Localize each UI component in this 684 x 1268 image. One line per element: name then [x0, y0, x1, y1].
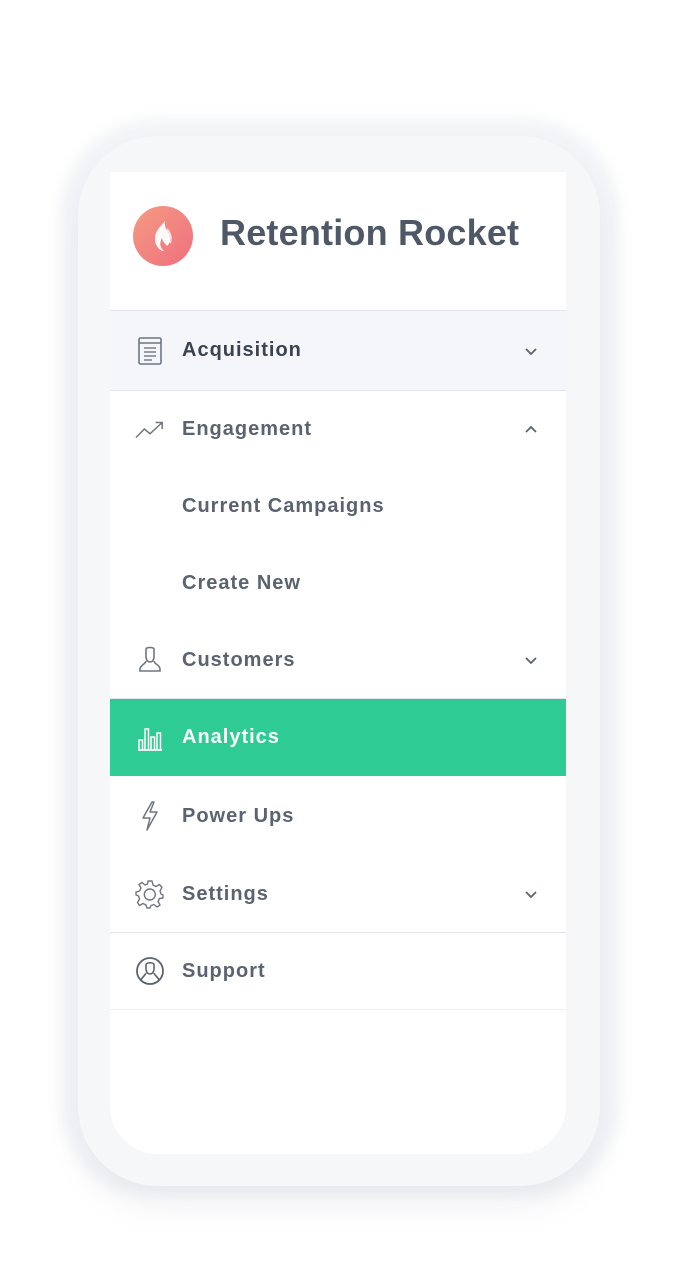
chevron-up-icon[interactable] — [522, 421, 540, 439]
menu-item-power-ups[interactable]: Power Ups — [110, 776, 566, 856]
brand-header: Retention Rocket — [110, 172, 566, 310]
menu-item-acquisition[interactable]: Acquisition — [110, 310, 566, 391]
menu-item-engagement[interactable]: Engagement — [110, 391, 566, 468]
chevron-down-icon[interactable] — [522, 342, 540, 360]
support-icon — [135, 956, 165, 986]
menu-item-settings[interactable]: Settings — [110, 856, 566, 933]
menu-label-engagement: Engagement — [182, 418, 313, 440]
menu-label-analytics: Analytics — [182, 726, 280, 748]
menu-label-acquisition: Acquisition — [182, 339, 302, 361]
menu-item-customers[interactable]: Customers — [110, 622, 566, 699]
submenu-label-create-new: Create New — [182, 572, 301, 594]
document-icon — [135, 336, 165, 366]
submenu-label-current-campaigns: Current Campaigns — [182, 495, 385, 517]
flame-icon[interactable] — [133, 206, 193, 266]
stage: Retention Rocket Acquisition Engagement … — [0, 0, 684, 1268]
chevron-down-icon[interactable] — [522, 885, 540, 903]
app-title: Retention Rocket — [220, 212, 520, 253]
chevron-down-icon[interactable] — [522, 651, 540, 669]
menu-label-power-ups: Power Ups — [182, 804, 295, 827]
menu-item-analytics[interactable]: Analytics — [110, 699, 566, 776]
trend-up-icon — [135, 415, 165, 445]
submenu-item-create-new[interactable]: Create New — [110, 545, 566, 622]
lightning-icon — [135, 801, 165, 831]
menu-item-support[interactable]: Support — [110, 933, 566, 1010]
bar-chart-icon — [135, 723, 165, 753]
app-screen: Retention Rocket Acquisition Engagement … — [110, 172, 566, 1154]
user-icon — [135, 645, 165, 675]
sidebar-menu: Acquisition Engagement Current Campaigns… — [110, 310, 566, 1010]
menu-label-settings: Settings — [182, 882, 269, 905]
submenu-item-current-campaigns[interactable]: Current Campaigns — [110, 468, 566, 545]
gear-icon — [135, 879, 165, 909]
menu-label-customers: Customers — [182, 648, 296, 671]
menu-label-support: Support — [182, 959, 266, 982]
